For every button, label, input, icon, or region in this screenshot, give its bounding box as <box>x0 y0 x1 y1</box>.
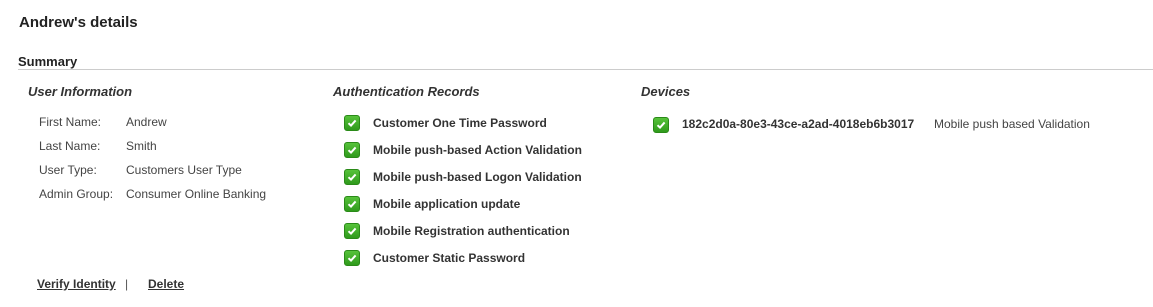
authentication-records-heading: Authentication Records <box>333 84 480 99</box>
devices-heading: Devices <box>641 84 691 99</box>
field-value: Customers User Type <box>126 163 242 177</box>
auth-record-label: Mobile push-based Action Validation <box>373 143 582 157</box>
check-icon <box>344 169 360 185</box>
action-separator: | <box>125 277 129 291</box>
check-icon <box>344 196 360 212</box>
summary-title: Summary <box>18 54 78 69</box>
auth-record-label: Customer One Time Password <box>373 116 547 130</box>
delete-link[interactable]: Delete <box>148 277 184 291</box>
check-icon <box>344 142 360 158</box>
device-type: Mobile push based Validation <box>934 117 1090 131</box>
check-icon <box>344 115 360 131</box>
auth-record-label: Mobile application update <box>373 197 521 211</box>
check-icon <box>653 117 669 133</box>
field-label: Last Name: <box>39 139 101 153</box>
auth-record-label: Mobile push-based Logon Validation <box>373 170 582 184</box>
check-icon <box>344 250 360 266</box>
field-label: Admin Group: <box>39 187 114 201</box>
auth-record-label: Mobile Registration authentication <box>373 224 570 238</box>
device-id: 182c2d0a-80e3-43ce-a2ad-4018eb6b3017 <box>682 117 915 131</box>
field-value: Andrew <box>126 115 167 129</box>
field-value: Smith <box>126 139 157 153</box>
field-label: User Type: <box>39 163 97 177</box>
auth-record-label: Customer Static Password <box>373 251 526 265</box>
verify-identity-link[interactable]: Verify Identity <box>37 277 116 291</box>
summary-divider <box>18 69 1153 70</box>
page-title: Andrew's details <box>19 14 138 31</box>
user-information-heading: User Information <box>28 84 133 99</box>
check-icon <box>344 223 360 239</box>
field-label: First Name: <box>39 115 102 129</box>
field-value: Consumer Online Banking <box>126 187 267 201</box>
